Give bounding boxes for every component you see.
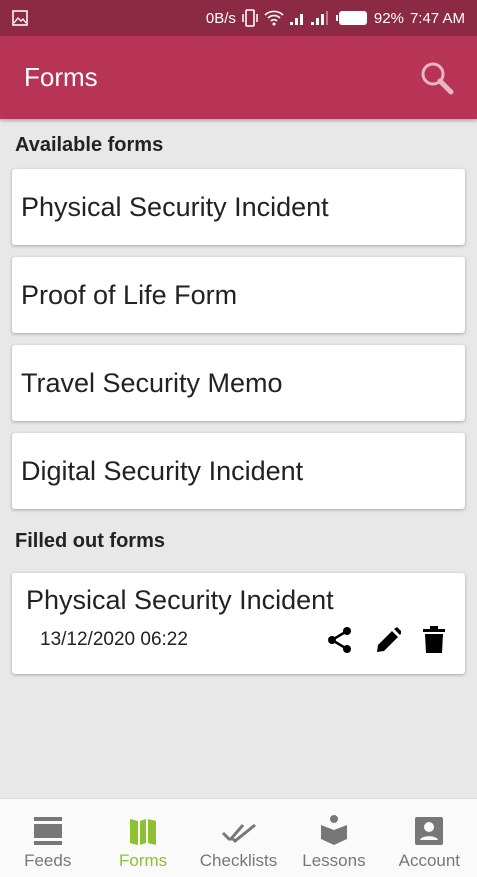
network-speed: 0B/s xyxy=(205,9,236,27)
nav-lessons[interactable]: Lessons xyxy=(286,799,381,877)
filled-form-item[interactable]: Physical Security Incident 13/12/2020 06… xyxy=(12,573,465,674)
edit-icon[interactable] xyxy=(375,626,401,654)
reading-icon xyxy=(320,815,347,845)
nav-account[interactable]: Account xyxy=(382,799,477,877)
clock: 7:47 AM xyxy=(409,9,465,27)
image-notification-icon xyxy=(12,10,28,26)
app-bar: Forms xyxy=(0,36,477,119)
form-item[interactable]: Proof of Life Form xyxy=(12,257,465,333)
nav-forms[interactable]: Forms xyxy=(95,799,190,877)
form-item[interactable]: Travel Security Memo xyxy=(12,345,465,421)
wifi-icon xyxy=(264,10,284,26)
available-forms-list: Physical Security Incident Proof of Life… xyxy=(0,169,477,509)
nav-label: Checklists xyxy=(199,851,278,870)
delete-icon[interactable] xyxy=(423,626,445,654)
form-item[interactable]: Physical Security Incident xyxy=(12,169,465,245)
map-icon xyxy=(130,819,157,845)
available-forms-heading: Available forms xyxy=(15,134,164,156)
nav-label: Feeds xyxy=(24,851,72,870)
signal-icon xyxy=(289,11,328,25)
vibrate-icon xyxy=(242,9,258,27)
filled-forms-heading: Filled out forms xyxy=(15,530,165,552)
bottom-navigation: Feeds Forms Checklists Lessons Account xyxy=(0,798,477,877)
double-check-icon xyxy=(221,823,256,844)
feeds-icon xyxy=(33,817,62,845)
filled-form-title: Physical Security Incident xyxy=(26,585,334,615)
nav-label: Forms xyxy=(119,851,168,870)
share-icon[interactable] xyxy=(327,626,353,654)
form-item[interactable]: Digital Security Incident xyxy=(12,433,465,509)
nav-label: Lessons xyxy=(302,851,366,870)
battery-icon xyxy=(335,11,367,25)
nav-label: Account xyxy=(398,851,461,870)
page-title: Forms xyxy=(24,62,98,92)
nav-feeds[interactable]: Feeds xyxy=(0,799,95,877)
battery-level: 92% xyxy=(373,9,404,27)
nav-checklists[interactable]: Checklists xyxy=(191,799,286,877)
account-icon xyxy=(415,817,444,845)
search-icon[interactable] xyxy=(419,60,455,96)
status-bar: 0B/s 92% 7:47 AM xyxy=(0,0,477,36)
filled-form-date: 13/12/2020 06:22 xyxy=(40,629,188,650)
